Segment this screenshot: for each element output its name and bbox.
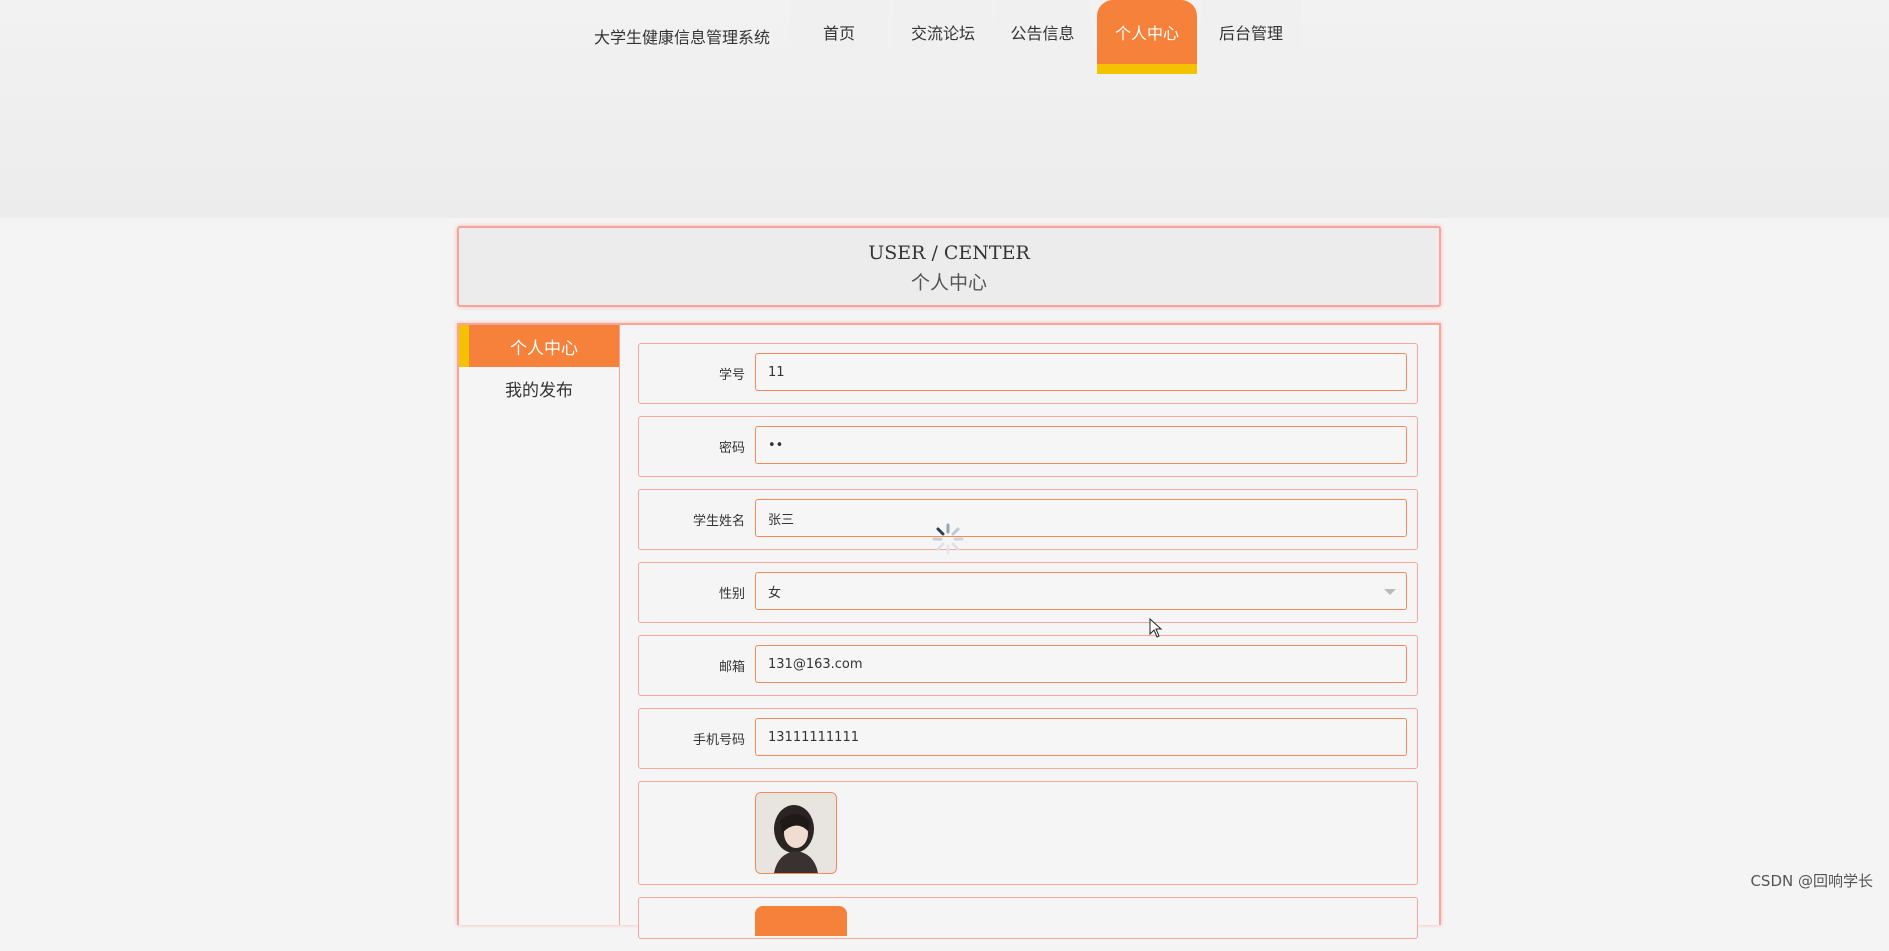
form-row-avatar: [638, 781, 1418, 885]
password-label: 密码: [718, 441, 745, 456]
nav-admin[interactable]: 后台管理: [1201, 0, 1301, 64]
avatar-image[interactable]: [755, 792, 837, 874]
sidebar-item-user-center[interactable]: 个人中心: [459, 325, 619, 367]
form-row-gender: 性别 女: [638, 562, 1418, 623]
sidebar: 个人中心 我的发布: [459, 325, 620, 925]
phone-input[interactable]: 13111111111: [755, 718, 1407, 756]
sidebar-item-my-posts[interactable]: 我的发布: [459, 367, 619, 409]
gender-select[interactable]: 女: [755, 572, 1407, 610]
form-row-student-id: 学号 11: [638, 343, 1418, 404]
form-row-name: 学生姓名 张三: [638, 489, 1418, 550]
avatar-portrait-icon: [756, 793, 836, 873]
gender-select-value: 女: [768, 585, 782, 601]
page-title-box: USER / CENTER 个人中心: [457, 226, 1441, 307]
mouse-cursor-icon: [1149, 618, 1163, 638]
page-title-cn: 个人中心: [910, 272, 987, 294]
watermark-text: CSDN @回响学长: [1750, 872, 1873, 890]
profile-form: 学号 11 密码 •• 学生姓名 张三 性别 女 邮箱 131@163.com …: [638, 343, 1418, 951]
nav-notice[interactable]: 公告信息: [995, 0, 1090, 64]
form-row-password: 密码 ••: [638, 416, 1418, 477]
page-title-en: USER / CENTER: [868, 242, 1030, 264]
name-label: 学生姓名: [692, 514, 745, 529]
nav-forum[interactable]: 交流论坛: [893, 0, 993, 64]
student-id-input[interactable]: 11: [755, 353, 1407, 391]
chevron-down-icon: [1384, 589, 1396, 595]
gender-label: 性别: [718, 587, 745, 602]
site-title: 大学生健康信息管理系统: [594, 28, 771, 47]
password-input[interactable]: ••: [755, 426, 1407, 464]
user-center-panel: 个人中心 我的发布 学号 11 密码 •• 学生姓名 张三 性别 女 邮箱 13…: [457, 323, 1441, 939]
header-band: 大学生健康信息管理系统 首页 交流论坛 公告信息 个人中心 后台管理: [0, 0, 1889, 218]
loading-spinner-icon: [932, 523, 964, 555]
nav-home[interactable]: 首页: [790, 0, 888, 64]
nav-user-center[interactable]: 个人中心: [1097, 0, 1197, 74]
phone-label: 手机号码: [692, 733, 745, 748]
form-row-actions: [638, 897, 1418, 939]
submit-button[interactable]: [755, 906, 847, 936]
form-row-email: 邮箱 131@163.com: [638, 635, 1418, 696]
form-row-phone: 手机号码 13111111111: [638, 708, 1418, 769]
student-id-label: 学号: [718, 368, 745, 383]
email-label: 邮箱: [718, 660, 745, 675]
name-input[interactable]: 张三: [755, 499, 1407, 537]
email-input[interactable]: 131@163.com: [755, 645, 1407, 683]
